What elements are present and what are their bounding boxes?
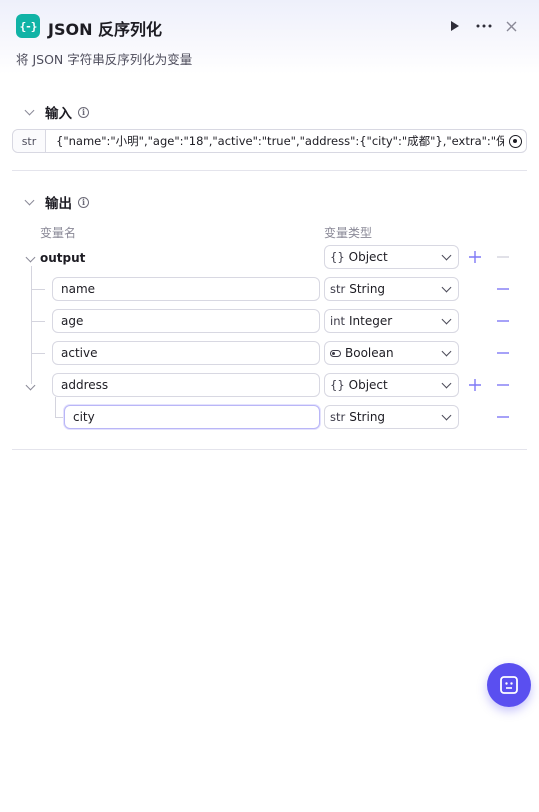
output-section-title: 输出 — [45, 196, 72, 212]
tree-line — [31, 321, 45, 322]
type-label: Object — [348, 250, 388, 264]
chevron-down-icon — [441, 314, 452, 325]
minus-icon — [497, 384, 509, 386]
type-label: String — [349, 410, 386, 424]
field-address-input[interactable]: address — [52, 373, 320, 397]
field-address-type-select[interactable]: {} Object — [324, 373, 459, 397]
close-icon — [506, 21, 516, 31]
reference-button[interactable] — [504, 130, 526, 152]
tree-line — [55, 397, 56, 418]
json-node-icon: {-} — [16, 14, 40, 38]
info-icon[interactable]: i — [78, 196, 89, 208]
collapse-address-chevron[interactable] — [25, 380, 36, 391]
play-icon — [451, 21, 459, 31]
more-button[interactable] — [473, 14, 495, 38]
string-type-icon: str — [330, 410, 346, 424]
chevron-down-icon — [441, 346, 452, 357]
toggle-icon — [330, 349, 341, 357]
tree-line — [31, 266, 32, 384]
object-type-icon: {} — [330, 250, 345, 264]
reference-icon — [508, 134, 522, 148]
collapse-output-chevron[interactable] — [25, 252, 36, 263]
minus-icon — [497, 256, 509, 258]
tree-line — [31, 353, 45, 354]
type-label: Boolean — [345, 346, 394, 360]
node-description: 将 JSON 字符串反序列化为变量 — [16, 52, 193, 67]
remove-field-button[interactable] — [495, 313, 511, 329]
output-section-header[interactable]: 输出 i — [24, 192, 89, 212]
plus-icon — [469, 251, 481, 263]
field-active-type-select[interactable]: Boolean — [324, 341, 459, 365]
json-input-field[interactable]: {"name":"小明","age":"18","active":"true",… — [46, 130, 504, 152]
tree-line — [55, 417, 63, 418]
minus-icon — [497, 416, 509, 418]
info-icon[interactable]: i — [78, 106, 89, 118]
close-button[interactable] — [500, 14, 522, 38]
field-name-input[interactable]: name — [52, 277, 320, 301]
remove-field-button[interactable] — [495, 377, 511, 393]
object-type-icon: {} — [330, 378, 345, 392]
assistant-button[interactable] — [487, 663, 531, 707]
node-title[interactable]: JSON 反序列化 — [48, 16, 162, 40]
integer-type-icon: int — [330, 314, 345, 328]
chevron-down-icon — [441, 378, 452, 389]
remove-field-button[interactable] — [495, 281, 511, 297]
field-age-input[interactable]: age — [52, 309, 320, 333]
field-city-type-select[interactable]: str String — [324, 405, 459, 429]
chevron-down-icon[interactable] — [24, 105, 35, 115]
json-input-row: str {"name":"小明","age":"18","active":"tr… — [12, 129, 527, 153]
input-type-tag: str — [13, 130, 46, 152]
section-divider — [12, 449, 527, 450]
output-root-type-select[interactable]: {} Object — [324, 245, 459, 269]
tree-line — [31, 289, 45, 290]
node-header: {-} JSON 反序列化 将 JSON 字符串反序列化为变量 — [0, 0, 539, 74]
plus-icon — [469, 379, 481, 391]
remove-button-disabled[interactable] — [495, 249, 511, 265]
remove-field-button[interactable] — [495, 345, 511, 361]
field-name-type-select[interactable]: str String — [324, 277, 459, 301]
minus-icon — [497, 320, 509, 322]
remove-field-button[interactable] — [495, 409, 511, 425]
type-label: Integer — [349, 314, 393, 328]
chevron-down-icon — [441, 410, 452, 421]
type-label: String — [349, 282, 386, 296]
output-root-name: output — [40, 251, 86, 265]
section-divider — [12, 170, 527, 171]
field-active-input[interactable]: active — [52, 341, 320, 365]
chevron-down-icon[interactable] — [24, 195, 35, 205]
add-child-button[interactable] — [467, 377, 483, 393]
string-type-icon: str — [330, 282, 346, 296]
input-section-title: 输入 — [45, 106, 72, 122]
minus-icon — [497, 288, 509, 290]
run-button[interactable] — [444, 14, 466, 38]
input-section-header[interactable]: 输入 i — [24, 102, 89, 122]
field-city-input[interactable]: city — [64, 405, 320, 429]
minus-icon — [497, 352, 509, 354]
column-header-type: 变量类型 — [324, 226, 373, 240]
chevron-down-icon — [441, 250, 452, 261]
field-age-type-select[interactable]: int Integer — [324, 309, 459, 333]
add-child-button[interactable] — [467, 249, 483, 265]
chevron-down-icon — [441, 282, 452, 293]
more-icon — [476, 24, 492, 28]
assistant-icon — [500, 676, 518, 694]
type-label: Object — [348, 378, 388, 392]
column-header-name: 变量名 — [40, 226, 77, 240]
